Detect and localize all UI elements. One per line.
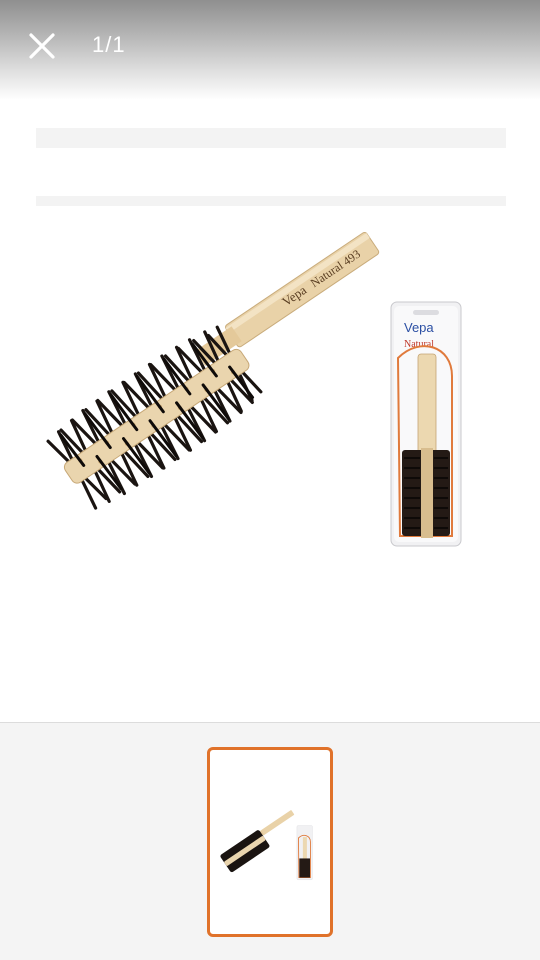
close-icon <box>29 33 55 59</box>
brush-handle-highlight <box>225 232 370 334</box>
round-brush: Vepa Natural 493 <box>46 231 380 510</box>
package-hang-hole <box>413 310 439 315</box>
image-viewer: Vepa Natural 493 Vepa Natural 1/1 <box>0 0 540 722</box>
thumbnail-strip <box>0 723 540 960</box>
image-counter: 1/1 <box>92 32 126 57</box>
close-button[interactable] <box>22 26 62 66</box>
package-brush-barrel <box>421 448 433 538</box>
package-label: Natural <box>404 339 434 350</box>
product-image[interactable]: Vepa Natural 493 Vepa Natural <box>0 96 540 656</box>
package-brand: Vepa <box>404 320 434 335</box>
packaged-brush: Vepa Natural <box>390 301 462 547</box>
thumbnail-image <box>220 810 313 880</box>
thumbnail-selected[interactable] <box>207 747 333 937</box>
top-bar: 1/1 <box>0 0 540 100</box>
package-brush-handle <box>417 353 437 455</box>
